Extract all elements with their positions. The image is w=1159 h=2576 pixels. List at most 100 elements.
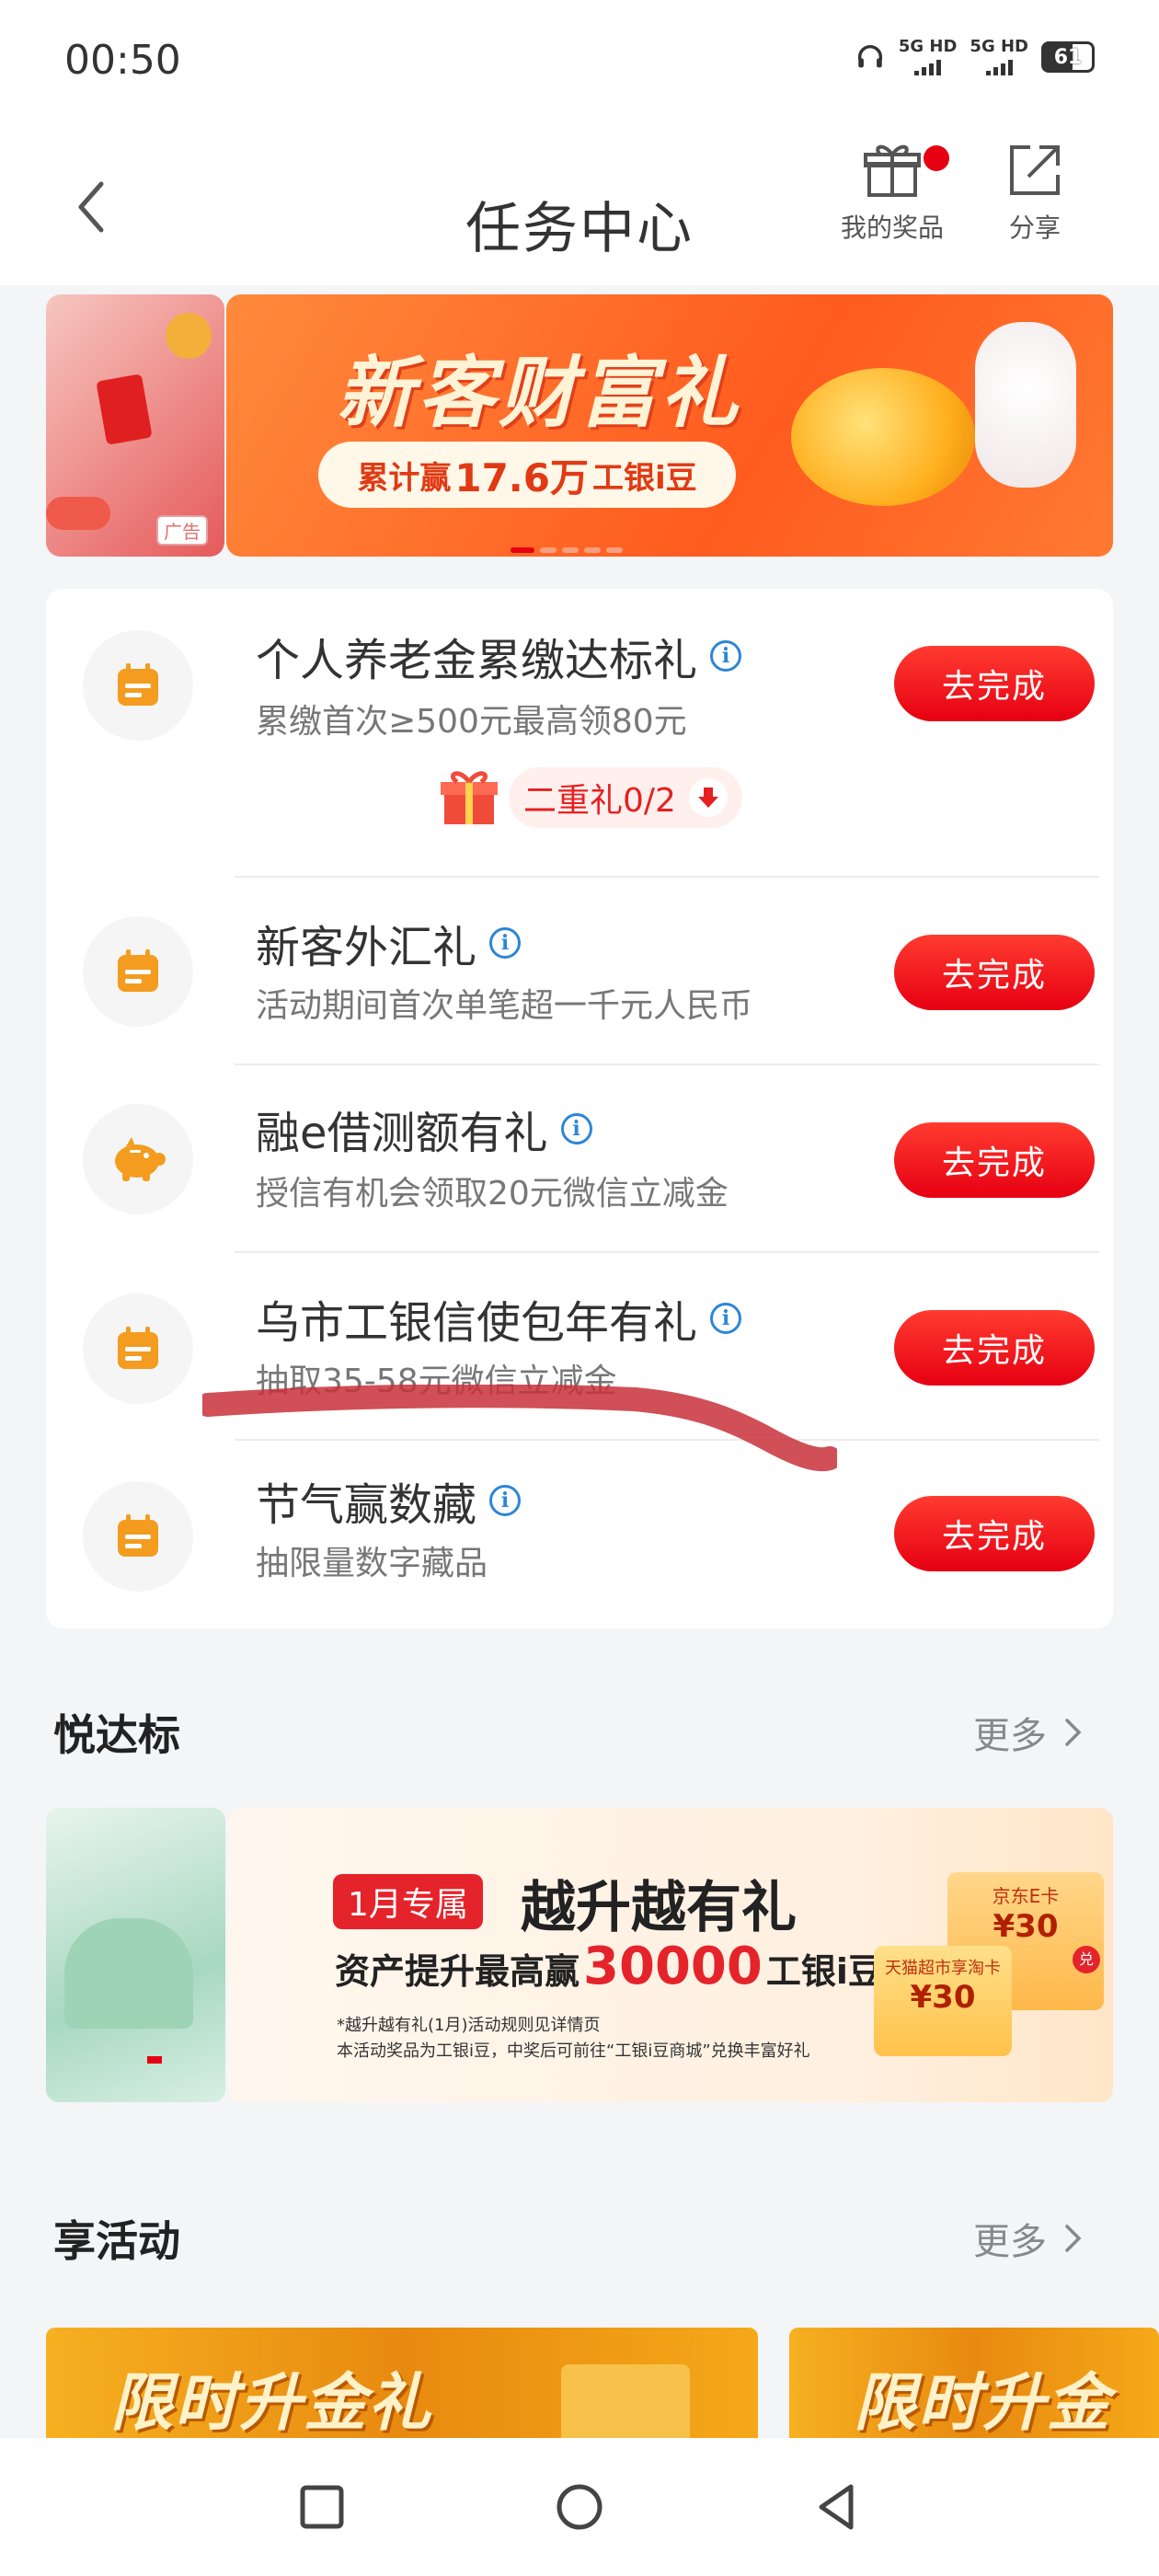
- task-title-text: 节气赢数藏: [256, 1479, 477, 1531]
- gold-ingot-image: [791, 368, 975, 506]
- banner-pill-amount: 17.6万: [454, 454, 589, 500]
- yue-line-amount: 30000: [583, 1937, 763, 1996]
- task-item: 融e借测额有礼 i 授信有机会领取20元微信立减金 去完成: [46, 1065, 1113, 1253]
- info-icon[interactable]: i: [489, 1485, 522, 1516]
- activity-title: 限时升金礼: [110, 2367, 433, 2438]
- recent-apps-icon[interactable]: [290, 2475, 354, 2539]
- system-nav-bar: [0, 2438, 1159, 2576]
- task-desc: 抽取35-58元微信立减金: [256, 1363, 617, 1400]
- status-bar: 00:50 5G HD 5G HD 61: [0, 0, 1159, 129]
- more-link[interactable]: 更多: [973, 2212, 1084, 2265]
- activity-banner[interactable]: 限时升金礼: [789, 2328, 1159, 2438]
- task-title: 节气赢数藏 i: [256, 1468, 522, 1533]
- activity-title: 限时升金礼: [854, 2367, 1112, 2438]
- coupon-illustration: 京东E卡 ¥30 兑 天猫超市享淘卡 ¥30: [874, 1872, 1113, 2065]
- calendar-icon: [83, 916, 193, 1027]
- yue-prev-slide[interactable]: [46, 1808, 225, 2102]
- chevron-right-icon: [1065, 1719, 1082, 1746]
- coupon-value: ¥30: [993, 1908, 1059, 1945]
- more-label: 更多: [973, 1715, 1047, 1757]
- task-title: 融e借测额有礼 i: [256, 1097, 592, 1161]
- carousel-indicator: [511, 547, 623, 553]
- task-item: 节气赢数藏 i 抽限量数字藏品 去完成: [46, 1441, 1113, 1628]
- task-title-text: 融e借测额有礼: [256, 1108, 548, 1159]
- share-button[interactable]: 分享: [975, 138, 1095, 245]
- more-link[interactable]: 更多: [973, 1706, 1084, 1759]
- share-label: 分享: [1008, 213, 1061, 243]
- info-icon[interactable]: i: [710, 640, 742, 672]
- task-desc: 抽限量数字藏品: [256, 1545, 488, 1582]
- signal-sim2-icon: 5G HD: [970, 39, 1028, 75]
- coupon-value: ¥30: [910, 1979, 976, 2016]
- month-tag: 1月专属: [333, 1874, 483, 1929]
- mascot-image: [975, 322, 1076, 488]
- top-banner-carousel[interactable]: 广告 新客财富礼 累计赢 17.6万 工银i豆: [46, 294, 1113, 557]
- chevron-right-icon: [1065, 2225, 1082, 2252]
- yue-promo-banner[interactable]: 1月专属 越升越有礼 资产提升最高赢 30000 工银i豆 *越升越有礼(1月)…: [228, 1808, 1113, 2102]
- task-desc: 累缴首次≥500元最高领80元: [256, 703, 687, 741]
- ad-tag: 广告: [156, 515, 208, 546]
- coupon-label: 天猫超市享淘卡: [885, 1959, 1001, 1978]
- task-desc: 授信有机会领取20元微信立减金: [256, 1175, 729, 1213]
- home-icon[interactable]: [547, 2475, 612, 2539]
- go-complete-button[interactable]: 去完成: [894, 1122, 1095, 1198]
- go-complete-button[interactable]: 去完成: [894, 1496, 1095, 1571]
- activity-carousel[interactable]: 限时升金礼 限时升金礼: [46, 2328, 1159, 2438]
- gift-icon: [864, 144, 921, 197]
- yue-line-prefix: 资产提升最高赢: [335, 1951, 580, 1992]
- activity-banner[interactable]: 限时升金礼: [46, 2328, 758, 2438]
- notification-dot: [924, 145, 949, 171]
- task-title-text: 新客外汇礼: [256, 922, 477, 973]
- info-icon[interactable]: i: [560, 1113, 592, 1144]
- status-icons: 5G HD 5G HD 61: [855, 39, 1095, 75]
- calendar-icon: [83, 1481, 193, 1592]
- app-header: 任务中心 我的奖品 分享: [0, 129, 1159, 285]
- section-xiang-header: 享活动 更多: [53, 2208, 1111, 2282]
- calendar-icon: [83, 630, 193, 741]
- double-gift-pill: 二重礼0/2: [509, 767, 742, 828]
- go-complete-button[interactable]: 去完成: [894, 646, 1095, 721]
- coupon-label: 京东E卡: [992, 1885, 1060, 1907]
- info-icon[interactable]: i: [710, 1303, 742, 1334]
- banner-prev-slide[interactable]: 广告: [46, 294, 224, 557]
- calendar-icon: [83, 1294, 193, 1404]
- double-gift-label: 二重礼0/2: [523, 782, 676, 820]
- new-customer-wealth-banner[interactable]: 新客财富礼 累计赢 17.6万 工银i豆: [226, 294, 1113, 557]
- task-title-text: 个人养老金累缴达标礼: [256, 635, 698, 686]
- back-triangle-icon[interactable]: [805, 2475, 869, 2539]
- task-title-text: 乌市工银信使包年有礼: [256, 1297, 698, 1349]
- headphones-icon: [857, 45, 882, 68]
- go-complete-button[interactable]: 去完成: [894, 1310, 1095, 1386]
- share-icon: [1010, 145, 1060, 195]
- more-label: 更多: [973, 2221, 1047, 2263]
- battery-level: 61: [1053, 45, 1083, 69]
- piggy-bank-icon: [83, 1104, 193, 1214]
- task-title: 个人养老金累缴达标礼 i: [256, 624, 742, 688]
- banner-pill-suffix: 工银i豆: [591, 459, 697, 497]
- my-prizes-label: 我的奖品: [840, 213, 944, 243]
- signal-sim1-icon: 5G HD: [898, 37, 958, 75]
- yue-banner-carousel[interactable]: 1月专属 越升越有礼 资产提升最高赢 30000 工银i豆 *越升越有礼(1月)…: [46, 1808, 1113, 2102]
- yue-note: 本活动奖品为工银i豆，中奖后可前往“工银i豆商城”兑换丰富好礼: [337, 2041, 810, 2061]
- task-list-card: 个人养老金累缴达标礼 i 累缴首次≥500元最高领80元 去完成 二重礼0/2 新…: [46, 589, 1113, 1628]
- banner-title: 新客财富礼: [337, 348, 742, 438]
- yue-line-suffix: 工银i豆: [765, 1951, 883, 1992]
- double-gift-toggle[interactable]: 二重礼0/2: [437, 765, 742, 830]
- task-item: 个人养老金累缴达标礼 i 累缴首次≥500元最高领80元 去完成 二重礼0/2: [46, 589, 1113, 883]
- coupon-badge: 兑: [1073, 1946, 1100, 1973]
- task-desc: 活动期间首次单笔超一千元人民币: [256, 987, 753, 1025]
- go-complete-button[interactable]: 去完成: [894, 935, 1095, 1010]
- yue-headline: 资产提升最高赢 30000 工银i豆: [335, 1937, 883, 1996]
- yue-note: *越升越有礼(1月)活动规则见详情页: [337, 2016, 601, 2035]
- sim2-label: 5G HD: [970, 37, 1028, 56]
- yue-title: 越升越有礼: [521, 1876, 797, 1940]
- status-time: 00:50: [64, 37, 181, 84]
- section-title: 悦达标: [53, 1710, 180, 1760]
- banner-pill: 累计赢 17.6万 工银i豆: [318, 442, 736, 508]
- info-icon[interactable]: i: [489, 927, 522, 959]
- banner-pill-prefix: 累计赢: [357, 459, 452, 497]
- gift-box-icon: [441, 771, 498, 824]
- sim1-label: 5G HD: [898, 37, 958, 56]
- section-title: 享活动: [53, 2216, 180, 2266]
- task-title: 新客外汇礼 i: [256, 911, 522, 975]
